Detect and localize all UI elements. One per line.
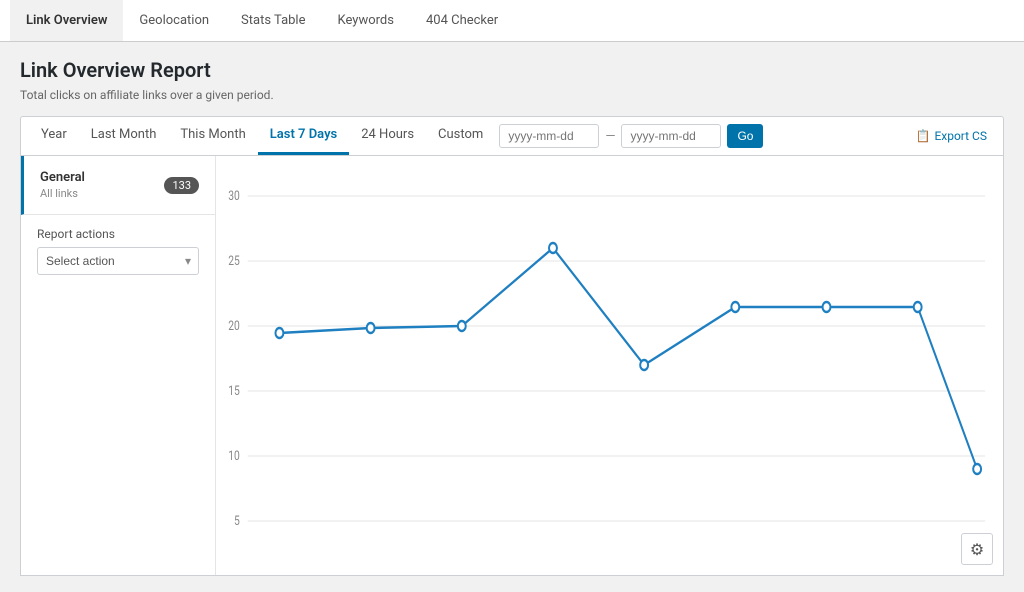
y-label-30: 30 <box>228 188 240 204</box>
action-select-wrapper: Select action Export CSV Print <box>37 247 199 275</box>
custom-date-range: — Go <box>495 118 767 154</box>
period-tabs-bar: Year Last Month This Month Last 7 Days 2… <box>20 116 1004 156</box>
y-label-5: 5 <box>234 513 240 529</box>
chart-point-6 <box>731 302 739 312</box>
export-csv-button[interactable]: 📋 Export CS <box>907 125 995 147</box>
y-label-10: 10 <box>228 448 240 464</box>
period-tab-this-month[interactable]: This Month <box>168 117 257 155</box>
tab-404-checker[interactable]: 404 Checker <box>410 0 514 41</box>
report-actions-panel: Report actions Select action Export CSV … <box>21 215 215 287</box>
sidebar-item-title: General <box>40 170 85 185</box>
action-select[interactable]: Select action Export CSV Print <box>37 247 199 275</box>
tab-stats-table[interactable]: Stats Table <box>225 0 321 41</box>
tab-link-overview[interactable]: Link Overview <box>10 0 123 41</box>
content-area: Link Overview Report Total clicks on aff… <box>0 42 1024 592</box>
sidebar-item-general[interactable]: General All links 133 <box>21 156 215 215</box>
page-subtitle: Total clicks on affiliate links over a g… <box>20 88 1004 102</box>
chart-line <box>279 248 977 469</box>
y-label-15: 15 <box>228 383 240 399</box>
chart-area: 30 25 20 15 10 5 <box>216 156 1003 575</box>
sidebar-item-badge: 133 <box>164 177 199 194</box>
period-tab-last-month[interactable]: Last Month <box>79 117 169 155</box>
chart-point-8 <box>914 302 922 312</box>
date-from-input[interactable] <box>499 124 599 148</box>
tab-keywords[interactable]: Keywords <box>322 0 410 41</box>
period-tab-year[interactable]: Year <box>29 117 79 155</box>
period-tab-last-7-days[interactable]: Last 7 Days <box>258 117 349 155</box>
export-icon: 📋 <box>915 129 930 143</box>
tab-geolocation[interactable]: Geolocation <box>123 0 225 41</box>
page-title: Link Overview Report <box>20 58 1004 82</box>
gear-button[interactable]: ⚙ <box>961 533 993 565</box>
date-range-dash: — <box>605 129 615 144</box>
chart-point-7 <box>823 302 831 312</box>
line-chart: 30 25 20 15 10 5 <box>216 166 993 546</box>
chart-point-1 <box>275 328 283 338</box>
top-navigation: Link Overview Geolocation Stats Table Ke… <box>0 0 1024 42</box>
period-tab-custom[interactable]: Custom <box>426 117 495 155</box>
chart-point-2 <box>367 323 375 333</box>
sidebar: General All links 133 Report actions Sel… <box>21 156 216 575</box>
chart-point-5 <box>640 360 648 370</box>
go-button[interactable]: Go <box>727 124 763 148</box>
export-label: Export CS <box>934 129 987 143</box>
y-label-20: 20 <box>228 318 240 334</box>
date-to-input[interactable] <box>621 124 721 148</box>
y-label-25: 25 <box>228 253 240 269</box>
chart-point-3 <box>458 321 466 331</box>
sidebar-item-subtitle: All links <box>40 187 85 200</box>
period-tab-24-hours[interactable]: 24 Hours <box>349 117 426 155</box>
chart-point-9 <box>973 464 981 474</box>
main-panel: General All links 133 Report actions Sel… <box>20 156 1004 576</box>
chart-point-4 <box>549 243 557 253</box>
report-actions-label: Report actions <box>37 227 199 241</box>
gear-icon: ⚙ <box>970 540 984 559</box>
